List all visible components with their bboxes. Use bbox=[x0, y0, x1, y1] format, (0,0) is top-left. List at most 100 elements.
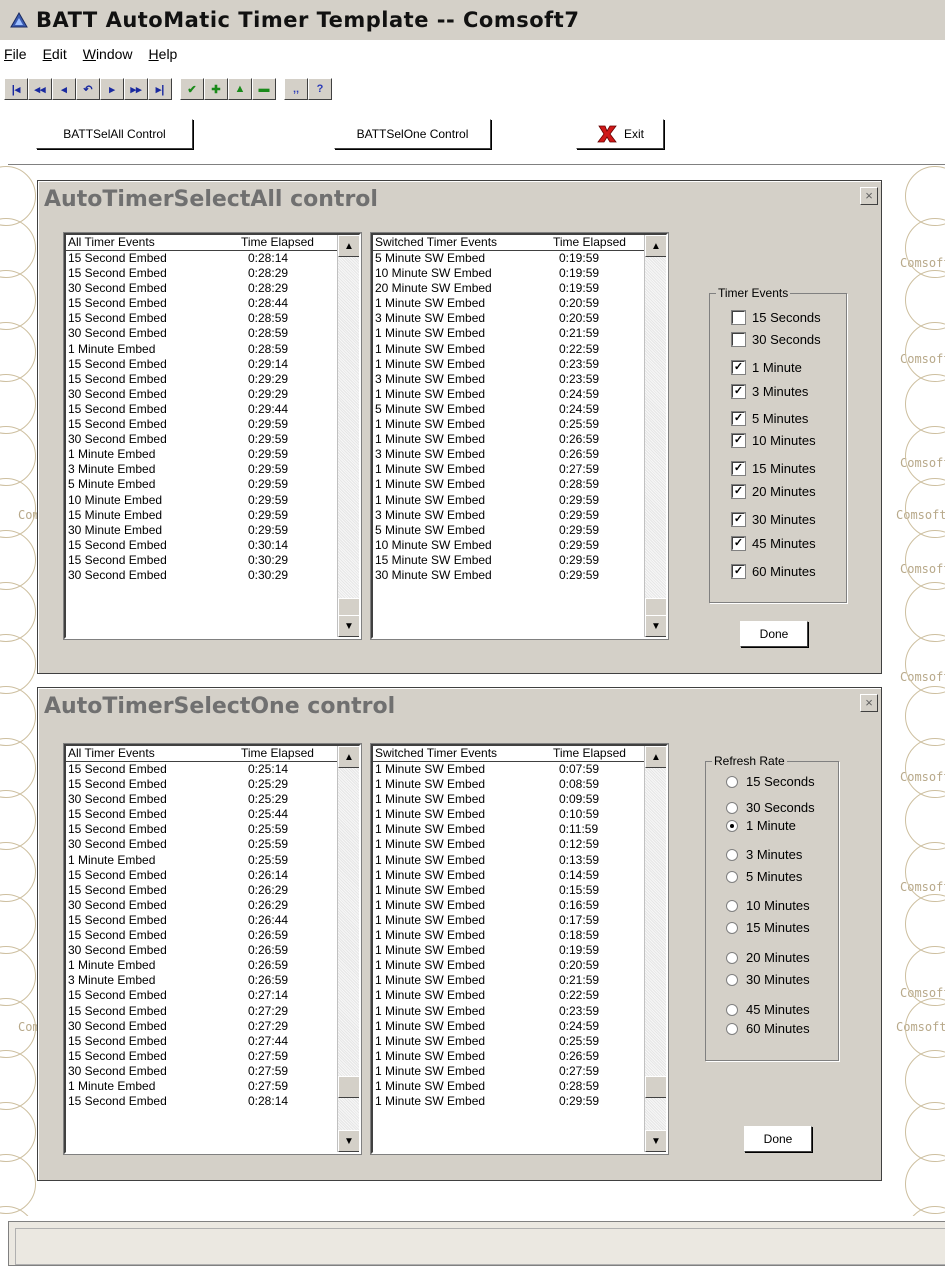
list-item[interactable]: 30 Second Embed 0:27:29 bbox=[66, 1019, 359, 1034]
list-item[interactable]: 15 Second Embed 0:26:59 bbox=[66, 928, 359, 943]
list-item[interactable]: 5 Minute SW Embed 0:24:59 bbox=[373, 402, 666, 417]
list-item[interactable]: 5 Minute SW Embed 0:29:59 bbox=[373, 523, 666, 538]
list-item[interactable]: 1 Minute SW Embed 0:09:59 bbox=[373, 792, 666, 807]
list-item[interactable]: 1 Minute SW Embed 0:15:59 bbox=[373, 883, 666, 898]
list-item[interactable]: 1 Minute SW Embed 0:24:59 bbox=[373, 1019, 666, 1034]
list-item[interactable]: 3 Minute Embed 0:26:59 bbox=[66, 973, 359, 988]
list-item[interactable]: 30 Second Embed 0:29:29 bbox=[66, 387, 359, 402]
list-item[interactable]: 20 Minute SW Embed 0:19:59 bbox=[373, 281, 666, 296]
list-item[interactable]: 15 Second Embed 0:27:44 bbox=[66, 1034, 359, 1049]
timer-event-checkbox[interactable]: ✓ 5 Minutes bbox=[731, 411, 808, 426]
timer-event-checkbox[interactable]: ✓ 15 Minutes bbox=[731, 461, 816, 476]
list-item[interactable]: 3 Minute SW Embed 0:29:59 bbox=[373, 508, 666, 523]
timer-event-checkbox[interactable]: ✓ 30 Minutes bbox=[731, 512, 816, 527]
list-item[interactable]: 10 Minute SW Embed 0:29:59 bbox=[373, 538, 666, 553]
list-item[interactable]: 15 Second Embed 0:28:14 bbox=[66, 1094, 359, 1109]
list-item[interactable]: 1 Minute SW Embed 0:26:59 bbox=[373, 432, 666, 447]
list-item[interactable]: 15 Second Embed 0:27:59 bbox=[66, 1049, 359, 1064]
list-item[interactable]: 1 Minute SW Embed 0:25:59 bbox=[373, 417, 666, 432]
vertical-scrollbar[interactable]: ▲ ▼ bbox=[644, 746, 666, 1152]
timer-event-checkbox[interactable]: 30 Seconds bbox=[731, 332, 821, 347]
list-item[interactable]: 1 Minute SW Embed 0:21:59 bbox=[373, 326, 666, 341]
scroll-down-icon[interactable]: ▼ bbox=[338, 615, 359, 637]
list-item[interactable]: 15 Minute Embed 0:29:59 bbox=[66, 508, 359, 523]
scroll-down-icon[interactable]: ▼ bbox=[338, 1130, 359, 1152]
list-item[interactable]: 10 Minute Embed 0:29:59 bbox=[66, 493, 359, 508]
batt-selone-control-button[interactable]: BATTSelOne Control bbox=[334, 119, 491, 149]
list-item[interactable]: 15 Second Embed 0:30:14 bbox=[66, 538, 359, 553]
list-item[interactable]: 3 Minute SW Embed 0:20:59 bbox=[373, 311, 666, 326]
list-item[interactable]: 1 Minute SW Embed 0:19:59 bbox=[373, 943, 666, 958]
list-item[interactable]: 1 Minute SW Embed 0:20:59 bbox=[373, 958, 666, 973]
list-item[interactable]: 15 Second Embed 0:28:44 bbox=[66, 296, 359, 311]
refresh-rate-radio[interactable]: 30 Seconds bbox=[726, 800, 815, 815]
list-item[interactable]: 1 Minute Embed 0:28:59 bbox=[66, 342, 359, 357]
list-item[interactable]: 30 Minute SW Embed 0:29:59 bbox=[373, 568, 666, 583]
scroll-up-icon[interactable]: ▲ bbox=[645, 235, 666, 257]
timer-event-checkbox[interactable]: 15 Seconds bbox=[731, 310, 821, 325]
timer-event-checkbox[interactable]: ✓ 60 Minutes bbox=[731, 564, 816, 579]
refresh-rate-radio[interactable]: 20 Minutes bbox=[726, 950, 810, 965]
list-item[interactable]: 1 Minute SW Embed 0:27:59 bbox=[373, 1064, 666, 1079]
refresh-rate-radio[interactable]: 10 Minutes bbox=[726, 898, 810, 913]
scroll-thumb[interactable] bbox=[338, 1076, 359, 1098]
list-item[interactable]: 15 Second Embed 0:28:59 bbox=[66, 311, 359, 326]
list-item[interactable]: 1 Minute SW Embed 0:13:59 bbox=[373, 853, 666, 868]
add-icon[interactable]: ✚ bbox=[204, 78, 228, 100]
refresh-rate-radio[interactable]: 15 Minutes bbox=[726, 920, 810, 935]
refresh-rate-radio[interactable]: 30 Minutes bbox=[726, 972, 810, 987]
list-item[interactable]: 30 Second Embed 0:29:59 bbox=[66, 432, 359, 447]
list-item[interactable]: 1 Minute SW Embed 0:20:59 bbox=[373, 296, 666, 311]
list-item[interactable]: 15 Second Embed 0:29:59 bbox=[66, 417, 359, 432]
vertical-scrollbar[interactable]: ▲ ▼ bbox=[337, 235, 359, 637]
list-item[interactable]: 3 Minute SW Embed 0:23:59 bbox=[373, 372, 666, 387]
list-item[interactable]: 1 Minute SW Embed 0:10:59 bbox=[373, 807, 666, 822]
list-item[interactable]: 1 Minute SW Embed 0:23:59 bbox=[373, 1004, 666, 1019]
list-item[interactable]: 15 Second Embed 0:26:29 bbox=[66, 883, 359, 898]
undo-icon[interactable]: ↶ bbox=[76, 78, 100, 100]
list-item[interactable]: 30 Second Embed 0:28:29 bbox=[66, 281, 359, 296]
list-item[interactable]: 15 Minute SW Embed 0:29:59 bbox=[373, 553, 666, 568]
list-item[interactable]: 1 Minute Embed 0:25:59 bbox=[66, 853, 359, 868]
list-item[interactable]: 1 Minute SW Embed 0:21:59 bbox=[373, 973, 666, 988]
list-item[interactable]: 1 Minute Embed 0:29:59 bbox=[66, 447, 359, 462]
list-item[interactable]: 1 Minute SW Embed 0:26:59 bbox=[373, 1049, 666, 1064]
scroll-up-icon[interactable]: ▲ bbox=[338, 235, 359, 257]
check-icon[interactable]: ✔ bbox=[180, 78, 204, 100]
list-item[interactable]: 15 Second Embed 0:28:14 bbox=[66, 251, 359, 266]
vertical-scrollbar[interactable]: ▲ ▼ bbox=[644, 235, 666, 637]
timer-event-checkbox[interactable]: ✓ 1 Minute bbox=[731, 360, 802, 375]
timer-event-checkbox[interactable]: ✓ 10 Minutes bbox=[731, 433, 816, 448]
list-item[interactable]: 30 Second Embed 0:30:29 bbox=[66, 568, 359, 583]
scroll-thumb[interactable] bbox=[645, 1076, 666, 1098]
list-item[interactable]: 1 Minute Embed 0:27:59 bbox=[66, 1079, 359, 1094]
list-item[interactable]: 1 Minute Embed 0:26:59 bbox=[66, 958, 359, 973]
scroll-down-icon[interactable]: ▼ bbox=[645, 615, 666, 637]
list-item[interactable]: 10 Minute SW Embed 0:19:59 bbox=[373, 266, 666, 281]
fast-forward-icon[interactable]: ▸▸ bbox=[124, 78, 148, 100]
previous-icon[interactable]: ◂ bbox=[52, 78, 76, 100]
rewind-icon[interactable]: ◂◂ bbox=[28, 78, 52, 100]
timer-event-checkbox[interactable]: ✓ 20 Minutes bbox=[731, 484, 816, 499]
list-item[interactable]: 15 Second Embed 0:26:44 bbox=[66, 913, 359, 928]
menu-window[interactable]: Window bbox=[81, 46, 135, 68]
list-item[interactable]: 1 Minute SW Embed 0:28:59 bbox=[373, 477, 666, 492]
timer-event-checkbox[interactable]: ✓ 3 Minutes bbox=[731, 384, 808, 399]
list-item[interactable]: 1 Minute SW Embed 0:12:59 bbox=[373, 837, 666, 852]
list-item[interactable]: 30 Second Embed 0:26:59 bbox=[66, 943, 359, 958]
list-item[interactable]: 30 Second Embed 0:28:59 bbox=[66, 326, 359, 341]
list-item[interactable]: 15 Second Embed 0:27:29 bbox=[66, 1004, 359, 1019]
list-item[interactable]: 1 Minute SW Embed 0:29:59 bbox=[373, 1094, 666, 1109]
help-icon[interactable]: ? bbox=[308, 78, 332, 100]
list-item[interactable]: 15 Second Embed 0:25:59 bbox=[66, 822, 359, 837]
selectall-done-button[interactable]: Done bbox=[740, 621, 808, 647]
list-item[interactable]: 30 Second Embed 0:26:29 bbox=[66, 898, 359, 913]
list-item[interactable]: 1 Minute SW Embed 0:22:59 bbox=[373, 342, 666, 357]
menu-edit[interactable]: Edit bbox=[41, 46, 69, 68]
refresh-rate-radio[interactable]: 15 Seconds bbox=[726, 774, 815, 789]
list-item[interactable]: 5 Minute Embed 0:29:59 bbox=[66, 477, 359, 492]
refresh-rate-radio[interactable]: 60 Minutes bbox=[726, 1021, 810, 1036]
up-arrow-icon[interactable]: ▲ bbox=[228, 78, 252, 100]
timer-event-checkbox[interactable]: ✓ 45 Minutes bbox=[731, 536, 816, 551]
list-item[interactable]: 15 Second Embed 0:26:14 bbox=[66, 868, 359, 883]
